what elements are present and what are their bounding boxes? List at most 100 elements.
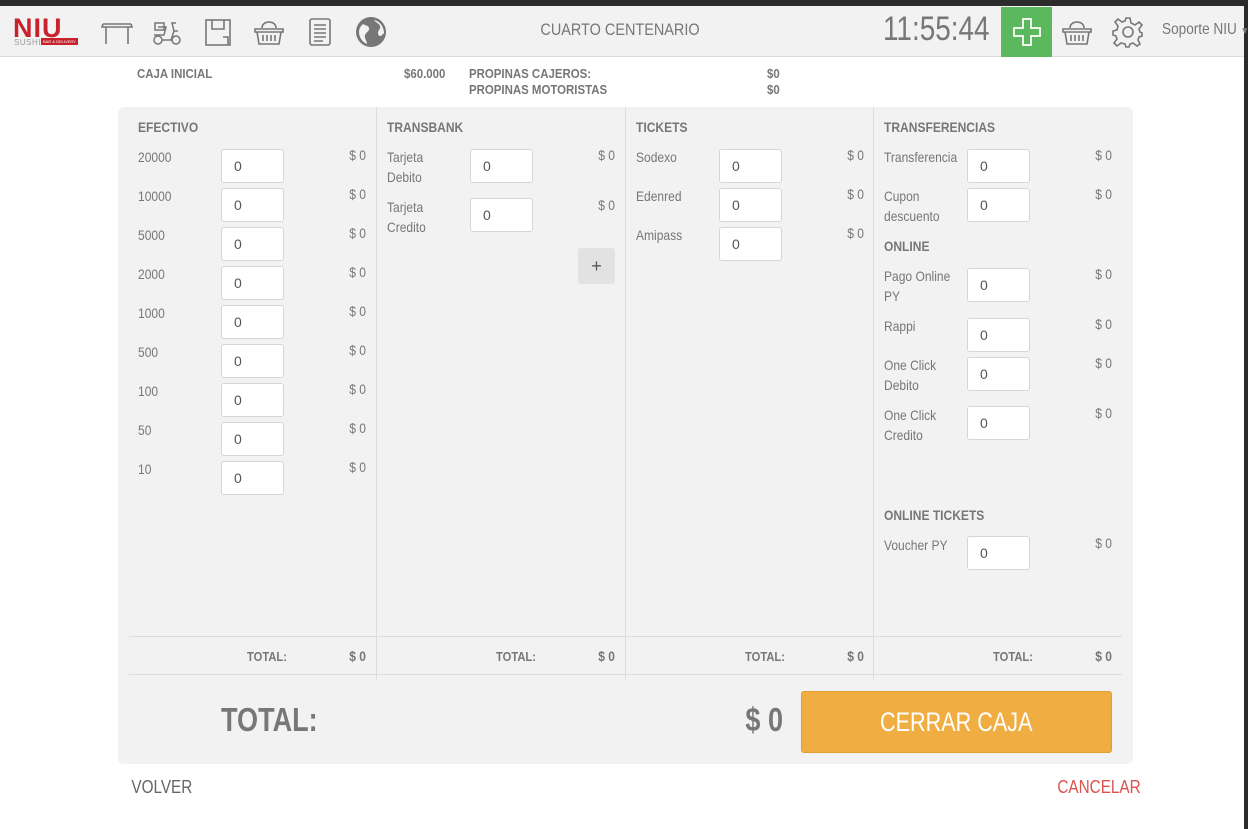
one-click-credito-input[interactable] [967,406,1030,440]
row-amount: $ 0 [847,147,864,163]
logo-text: NIU [13,13,63,43]
propinas-motoristas-label: PROPINAS MOTORISTAS [469,82,608,97]
basket-icon[interactable] [252,15,286,49]
denomination-input[interactable] [221,266,284,300]
row-amount: $ 0 [1095,355,1112,371]
row-label: Tarjeta Debito [387,149,424,185]
globe-icon[interactable] [354,15,388,49]
row-label: 10000 [138,188,172,204]
logo-badge: BAR & DELIVERY [41,38,78,45]
row-amount: $ 0 [1095,535,1112,551]
row-label: Amipass [636,227,683,243]
grand-total-value: $ 0 [745,701,783,738]
denomination-input[interactable] [221,149,284,183]
propinas-motoristas-value: $0 [767,82,780,97]
denomination-input[interactable] [221,422,284,456]
row-amount: $ 0 [1095,316,1112,332]
row-label: 5000 [138,227,165,243]
logo[interactable]: NIU SUSHI BAR & DELIVERY [13,13,83,48]
divider [129,636,1122,637]
pago-online-input[interactable] [967,268,1030,302]
edenred-input[interactable] [719,188,782,222]
denomination-input[interactable] [221,188,284,222]
row-label: Voucher PY [884,537,948,553]
row-label: One Click Credito [884,407,937,443]
caret-down-icon: ▼ [1241,26,1248,37]
caja-inicial-label: CAJA INICIAL [137,66,213,81]
row-amount: $ 0 [1095,186,1112,202]
row-label: Pago Online PY [884,268,951,304]
gear-icon[interactable] [1111,15,1145,49]
denomination-input[interactable] [221,227,284,261]
user-menu[interactable]: Soporte NIU ▼ [1162,21,1248,39]
row-label: One Click Debito [884,357,937,393]
grand-total-label: TOTAL: [221,701,318,738]
amipass-input[interactable] [719,227,782,261]
efectivo-title: EFECTIVO [138,119,199,135]
store-name: CUARTO CENTENARIO [540,20,700,39]
tickets-total-value: $ 0 [847,648,864,664]
row-amount: $ 0 [847,225,864,241]
one-click-debito-input[interactable] [967,357,1030,391]
row-label: 2000 [138,266,165,282]
receipt-icon[interactable] [303,15,337,49]
row-amount: $ 0 [349,264,366,280]
table-icon[interactable] [100,15,134,49]
transferencias-total-label: TOTAL: [993,649,1033,664]
add-payment-button[interactable]: + [578,248,615,284]
row-amount: $ 0 [598,197,615,213]
rappi-input[interactable] [967,318,1030,352]
scooter-icon[interactable] [150,15,184,49]
row-amount: $ 0 [349,147,366,163]
sodexo-input[interactable] [719,149,782,183]
row-label: Transferencia [884,149,958,165]
transbank-column: TRANSBANK Tarjeta Debito $ 0 Tarjeta Cre… [376,107,625,680]
cancelar-link[interactable]: CANCELAR [1057,777,1140,798]
row-label: Sodexo [636,149,677,165]
row-amount: $ 0 [349,342,366,358]
row-label: 20000 [138,149,172,165]
row-label: 1000 [138,305,165,321]
user-name: Soporte NIU [1162,21,1237,38]
row-label: Edenred [636,188,682,204]
voucher-py-input[interactable] [967,536,1030,570]
row-amount: $ 0 [349,303,366,319]
propinas-cajeros-label: PROPINAS CAJEROS: [469,66,592,81]
tickets-column: TICKETS Sodexo $ 0 Edenred $ 0 Amipass $… [625,107,874,680]
row-label: 50 [138,422,152,438]
app-window: NIU SUSHI BAR & DELIVERY CUARTO CENTENAR… [0,6,1248,829]
transferencia-input[interactable] [967,149,1030,183]
row-amount: $ 0 [349,381,366,397]
basket-icon[interactable] [1060,15,1094,49]
row-label: Cupon descuento [884,188,940,224]
row-amount: $ 0 [349,459,366,475]
plus-icon [1012,18,1041,46]
cupon-descuento-input[interactable] [967,188,1030,222]
row-label: Rappi [884,318,916,334]
denomination-input[interactable] [221,305,284,339]
tickets-total-label: TOTAL: [745,649,785,664]
efectivo-total-label: TOTAL: [247,649,287,664]
efectivo-total-value: $ 0 [349,648,366,664]
denomination-input[interactable] [221,383,284,417]
tarjeta-debito-input[interactable] [470,149,533,183]
volver-link[interactable]: VOLVER [131,777,192,798]
propinas-cajeros-value: $0 [767,66,780,81]
denomination-input[interactable] [221,344,284,378]
divider [129,674,1122,675]
tarjeta-credito-input[interactable] [470,198,533,232]
efectivo-column: EFECTIVO 20000 $ 0 10000 $ 0 5000 $ 0 20… [128,107,377,680]
row-amount: $ 0 [349,186,366,202]
bag-icon[interactable] [201,15,235,49]
transbank-total-value: $ 0 [598,648,615,664]
cerrar-caja-button[interactable]: CERRAR CAJA [801,691,1112,753]
cash-close-panel: EFECTIVO 20000 $ 0 10000 $ 0 5000 $ 0 20… [118,107,1133,764]
transferencias-total-value: $ 0 [1095,648,1112,664]
add-button[interactable] [1001,7,1052,57]
row-label: Tarjeta Credito [387,199,426,235]
row-label: 10 [138,461,152,477]
transferencias-title: TRANSFERENCIAS [884,119,996,135]
row-amount: $ 0 [349,420,366,436]
denomination-input[interactable] [221,461,284,495]
top-navbar: NIU SUSHI BAR & DELIVERY CUARTO CENTENAR… [0,6,1248,57]
